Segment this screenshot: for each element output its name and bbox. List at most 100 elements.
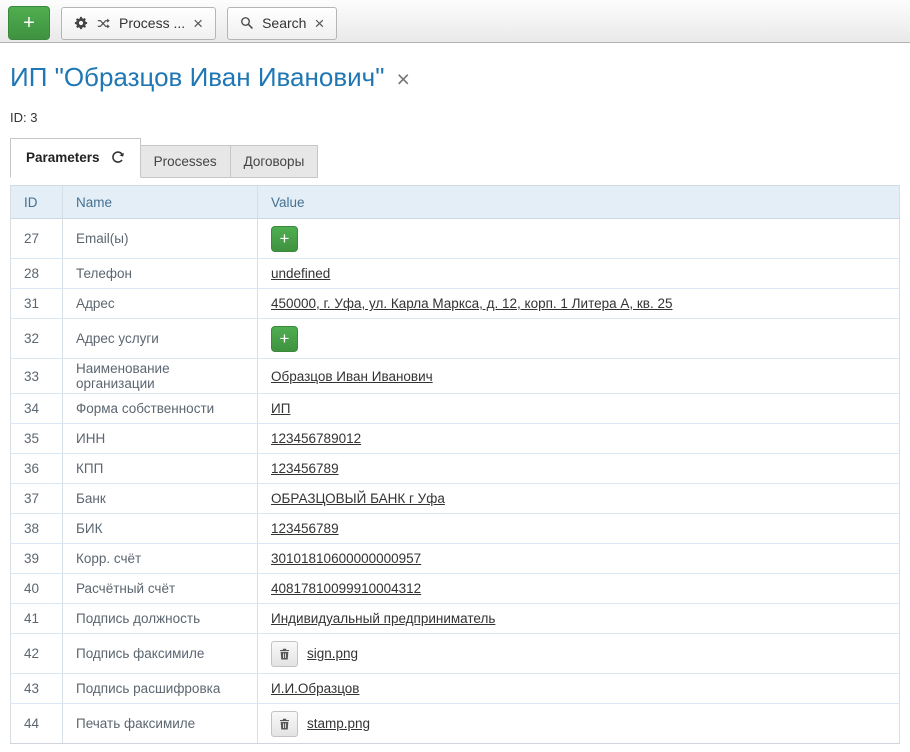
- row-value: 450000, г. Уфа, ул. Карла Маркса, д. 12,…: [258, 289, 900, 319]
- table-row: 36КПП 123456789: [11, 454, 900, 484]
- row-value: +: [258, 219, 900, 259]
- id-value: 3: [30, 110, 37, 125]
- row-id: 40: [11, 574, 63, 604]
- table-row: 31Адрес 450000, г. Уфа, ул. Карла Маркса…: [11, 289, 900, 319]
- refresh-icon[interactable]: [110, 150, 125, 165]
- plus-icon: +: [23, 13, 35, 33]
- row-name: Адрес: [63, 289, 258, 319]
- value-link[interactable]: 40817810099910004312: [271, 581, 421, 596]
- plus-icon: +: [280, 330, 290, 347]
- row-name: Телефон: [63, 259, 258, 289]
- value-link[interactable]: 450000, г. Уфа, ул. Карла Маркса, д. 12,…: [271, 296, 673, 311]
- row-value: stamp.png: [258, 704, 900, 744]
- file-link[interactable]: sign.png: [307, 646, 358, 661]
- table-row: 43Подпись расшифровка И.И.Образцов: [11, 674, 900, 704]
- column-header-value: Value: [258, 186, 900, 219]
- table-row: 32Адрес услуги +: [11, 319, 900, 359]
- file-link[interactable]: stamp.png: [307, 716, 370, 731]
- close-icon[interactable]: ×: [396, 68, 409, 91]
- row-value: ИП: [258, 394, 900, 424]
- row-name: КПП: [63, 454, 258, 484]
- table-row: 28Телефон undefined: [11, 259, 900, 289]
- top-tab-search[interactable]: Search ×: [227, 7, 337, 40]
- row-name: Подпись расшифровка: [63, 674, 258, 704]
- value-link[interactable]: ОБРАЗЦОВЫЙ БАНК г Уфа: [271, 491, 445, 506]
- row-id: 43: [11, 674, 63, 704]
- row-id: 41: [11, 604, 63, 634]
- row-name: БИК: [63, 514, 258, 544]
- row-value: undefined: [258, 259, 900, 289]
- top-tab-label: Search: [262, 15, 306, 31]
- parameters-table: ID Name Value 27Email(ы) + 28Телефон und…: [10, 185, 900, 744]
- table-row: 27Email(ы) +: [11, 219, 900, 259]
- tab-parameters[interactable]: Parameters: [10, 138, 141, 178]
- row-name: ИНН: [63, 424, 258, 454]
- row-value: И.И.Образцов: [258, 674, 900, 704]
- row-name: Адрес услуги: [63, 319, 258, 359]
- row-name: Корр. счёт: [63, 544, 258, 574]
- close-icon[interactable]: ×: [314, 15, 324, 32]
- row-id: 36: [11, 454, 63, 484]
- row-name: Форма собственности: [63, 394, 258, 424]
- value-link[interactable]: undefined: [271, 266, 330, 281]
- shuffle-icon: [96, 17, 111, 30]
- row-id: 28: [11, 259, 63, 289]
- row-name: Подпись факсимиле: [63, 634, 258, 674]
- row-id: 35: [11, 424, 63, 454]
- trash-icon: [278, 717, 291, 731]
- row-name: Банк: [63, 484, 258, 514]
- trash-icon: [278, 647, 291, 661]
- row-name: Расчётный счёт: [63, 574, 258, 604]
- value-link[interactable]: 30101810600000000957: [271, 551, 421, 566]
- row-id: 32: [11, 319, 63, 359]
- tab-processes[interactable]: Processes: [140, 145, 231, 178]
- table-row: 41Подпись должность Индивидуальный предп…: [11, 604, 900, 634]
- page-title: ИП "Образцов Иван Иванович" ×: [10, 62, 910, 93]
- delete-file-button[interactable]: [271, 711, 298, 737]
- row-id: 31: [11, 289, 63, 319]
- row-name: Печать факсимиле: [63, 704, 258, 744]
- page-title-text: ИП "Образцов Иван Иванович": [10, 62, 384, 93]
- row-value: ОБРАЗЦОВЫЙ БАНК г Уфа: [258, 484, 900, 514]
- row-id: 44: [11, 704, 63, 744]
- row-value: 123456789: [258, 454, 900, 484]
- parameters-table-body: 27Email(ы) + 28Телефон undefined 31Адрес…: [11, 219, 900, 744]
- gear-icon: [74, 16, 88, 30]
- value-link[interactable]: 123456789: [271, 461, 339, 476]
- row-id: 37: [11, 484, 63, 514]
- value-link[interactable]: И.И.Образцов: [271, 681, 359, 696]
- plus-icon: +: [280, 230, 290, 247]
- row-value: sign.png: [258, 634, 900, 674]
- row-name: Наименование организации: [63, 359, 258, 394]
- table-row: 34Форма собственности ИП: [11, 394, 900, 424]
- column-header-id: ID: [11, 186, 63, 219]
- row-name: Подпись должность: [63, 604, 258, 634]
- top-tab-process[interactable]: Process ... ×: [61, 7, 216, 40]
- row-value: 123456789: [258, 514, 900, 544]
- value-link[interactable]: Образцов Иван Иванович: [271, 369, 433, 384]
- delete-file-button[interactable]: [271, 641, 298, 667]
- new-tab-button[interactable]: +: [8, 6, 50, 40]
- detail-tabs: Parameters Processes Договоры: [10, 138, 910, 178]
- record-id: ID: 3: [10, 110, 910, 125]
- value-link[interactable]: 123456789: [271, 521, 339, 536]
- table-row: 40Расчётный счёт 40817810099910004312: [11, 574, 900, 604]
- value-link[interactable]: Индивидуальный предприниматель: [271, 611, 495, 626]
- search-icon: [240, 16, 254, 30]
- row-id: 39: [11, 544, 63, 574]
- column-header-name: Name: [63, 186, 258, 219]
- table-row: 37Банк ОБРАЗЦОВЫЙ БАНК г Уфа: [11, 484, 900, 514]
- value-link[interactable]: 123456789012: [271, 431, 361, 446]
- top-tab-bar: + Process ... × Search ×: [0, 0, 910, 43]
- close-icon[interactable]: ×: [193, 15, 203, 32]
- add-value-button[interactable]: +: [271, 226, 298, 252]
- table-row: 33Наименование организации Образцов Иван…: [11, 359, 900, 394]
- row-value: Образцов Иван Иванович: [258, 359, 900, 394]
- add-value-button[interactable]: +: [271, 326, 298, 352]
- value-link[interactable]: ИП: [271, 401, 290, 416]
- tab-label: Договоры: [244, 154, 305, 169]
- table-row: 42Подпись факсимиле sign.png: [11, 634, 900, 674]
- row-value: 40817810099910004312: [258, 574, 900, 604]
- tab-dogovory[interactable]: Договоры: [230, 145, 319, 178]
- table-row: 39Корр. счёт 30101810600000000957: [11, 544, 900, 574]
